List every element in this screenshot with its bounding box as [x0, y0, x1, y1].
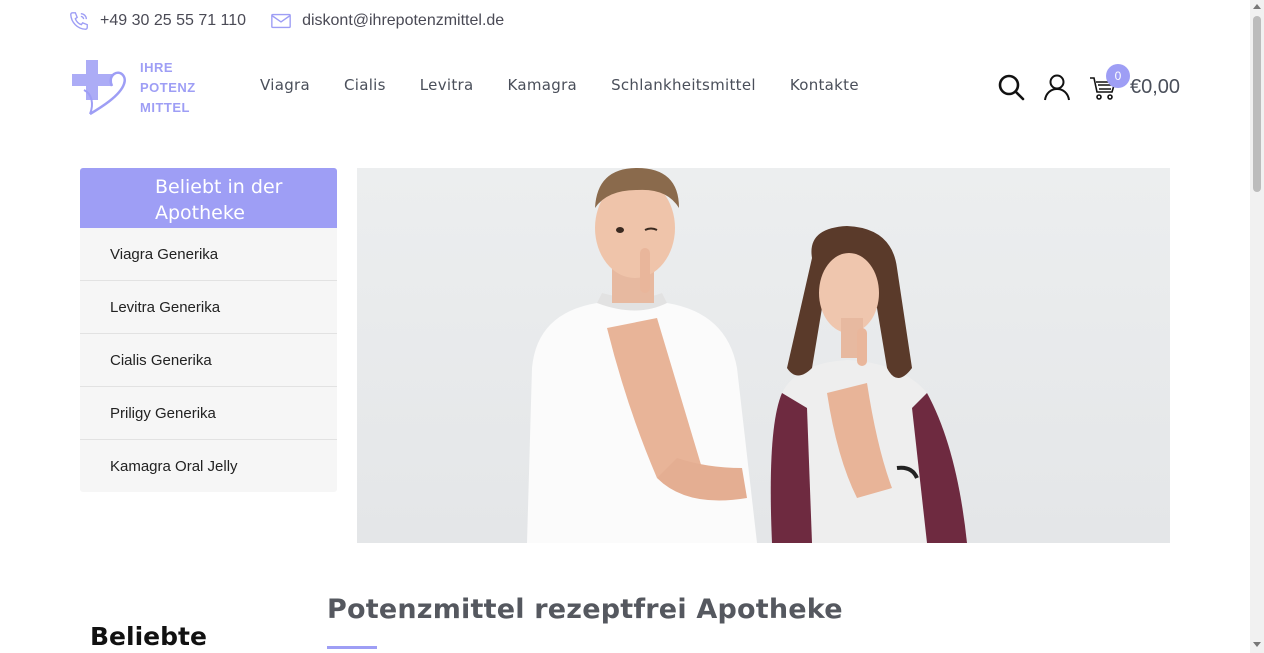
sidebar-item-levitra-generika[interactable]: Levitra Generika	[80, 281, 337, 334]
scroll-down-arrow-icon[interactable]	[1253, 642, 1261, 647]
sidebar-item-cialis-generika[interactable]: Cialis Generika	[80, 334, 337, 387]
email-contact[interactable]: diskont@ihrepotenzmittel.de	[270, 10, 504, 32]
phone-number[interactable]: +49 30 25 55 71 110	[100, 12, 246, 30]
envelope-icon	[271, 13, 291, 29]
sidebar-item-priligy-generika[interactable]: Priligy Generika	[80, 387, 337, 440]
sidebar-list: Viagra Generika Levitra Generika Cialis …	[80, 228, 337, 492]
hero-image	[357, 168, 1170, 543]
nav-item-cialis[interactable]: Cialis	[344, 76, 386, 94]
logo-line-3: MITTEL	[140, 100, 190, 115]
logo-line-2: POTENZ	[140, 80, 196, 95]
cart-button[interactable]: 0	[1088, 64, 1130, 102]
sidebar-item-kamagra-oral-jelly[interactable]: Kamagra Oral Jelly	[80, 440, 337, 492]
side-heading: Beliebte	[90, 622, 207, 651]
nav-item-kamagra[interactable]: Kamagra	[508, 76, 578, 94]
logo-cross-heart-icon	[72, 60, 126, 116]
search-icon[interactable]	[996, 72, 1026, 102]
logo-line-1: IHRE	[140, 60, 174, 75]
title-underline	[327, 646, 377, 649]
page-title: Potenzmittel rezeptfrei Apotheke	[327, 594, 843, 625]
email-address[interactable]: diskont@ihrepotenzmittel.de	[302, 12, 504, 30]
logo-text: IHRE POTENZ MITTEL	[140, 58, 196, 118]
sidebar-item-viagra-generika[interactable]: Viagra Generika	[80, 228, 337, 281]
nav-item-viagra[interactable]: Viagra	[260, 76, 310, 94]
hero-couple-illustration	[527, 168, 967, 543]
phone-contact[interactable]: +49 30 25 55 71 110	[68, 10, 246, 32]
nav-item-levitra[interactable]: Levitra	[420, 76, 474, 94]
scroll-thumb[interactable]	[1253, 16, 1261, 192]
contact-bar: +49 30 25 55 71 110 diskont@ihrepotenzmi…	[68, 8, 504, 34]
nav-item-schlankheitsmittel[interactable]: Schlankheitsmittel	[611, 76, 756, 94]
user-icon[interactable]	[1042, 72, 1072, 102]
cart-count-badge: 0	[1106, 64, 1130, 88]
main-nav: Viagra Cialis Levitra Kamagra Schlankhei…	[260, 76, 893, 94]
popular-sidebar: Beliebt in der Apotheke Viagra Generika …	[80, 168, 337, 492]
vertical-scrollbar[interactable]	[1250, 0, 1264, 653]
scroll-up-arrow-icon[interactable]	[1253, 4, 1261, 9]
cart-total[interactable]: €0,00	[1130, 76, 1180, 99]
nav-item-kontakte[interactable]: Kontakte	[790, 76, 859, 94]
sidebar-heading: Beliebt in der Apotheke	[80, 168, 337, 228]
phone-icon	[70, 12, 88, 30]
header-actions: 0 €0,00	[996, 64, 1180, 102]
site-logo[interactable]: IHRE POTENZ MITTEL	[68, 56, 208, 118]
